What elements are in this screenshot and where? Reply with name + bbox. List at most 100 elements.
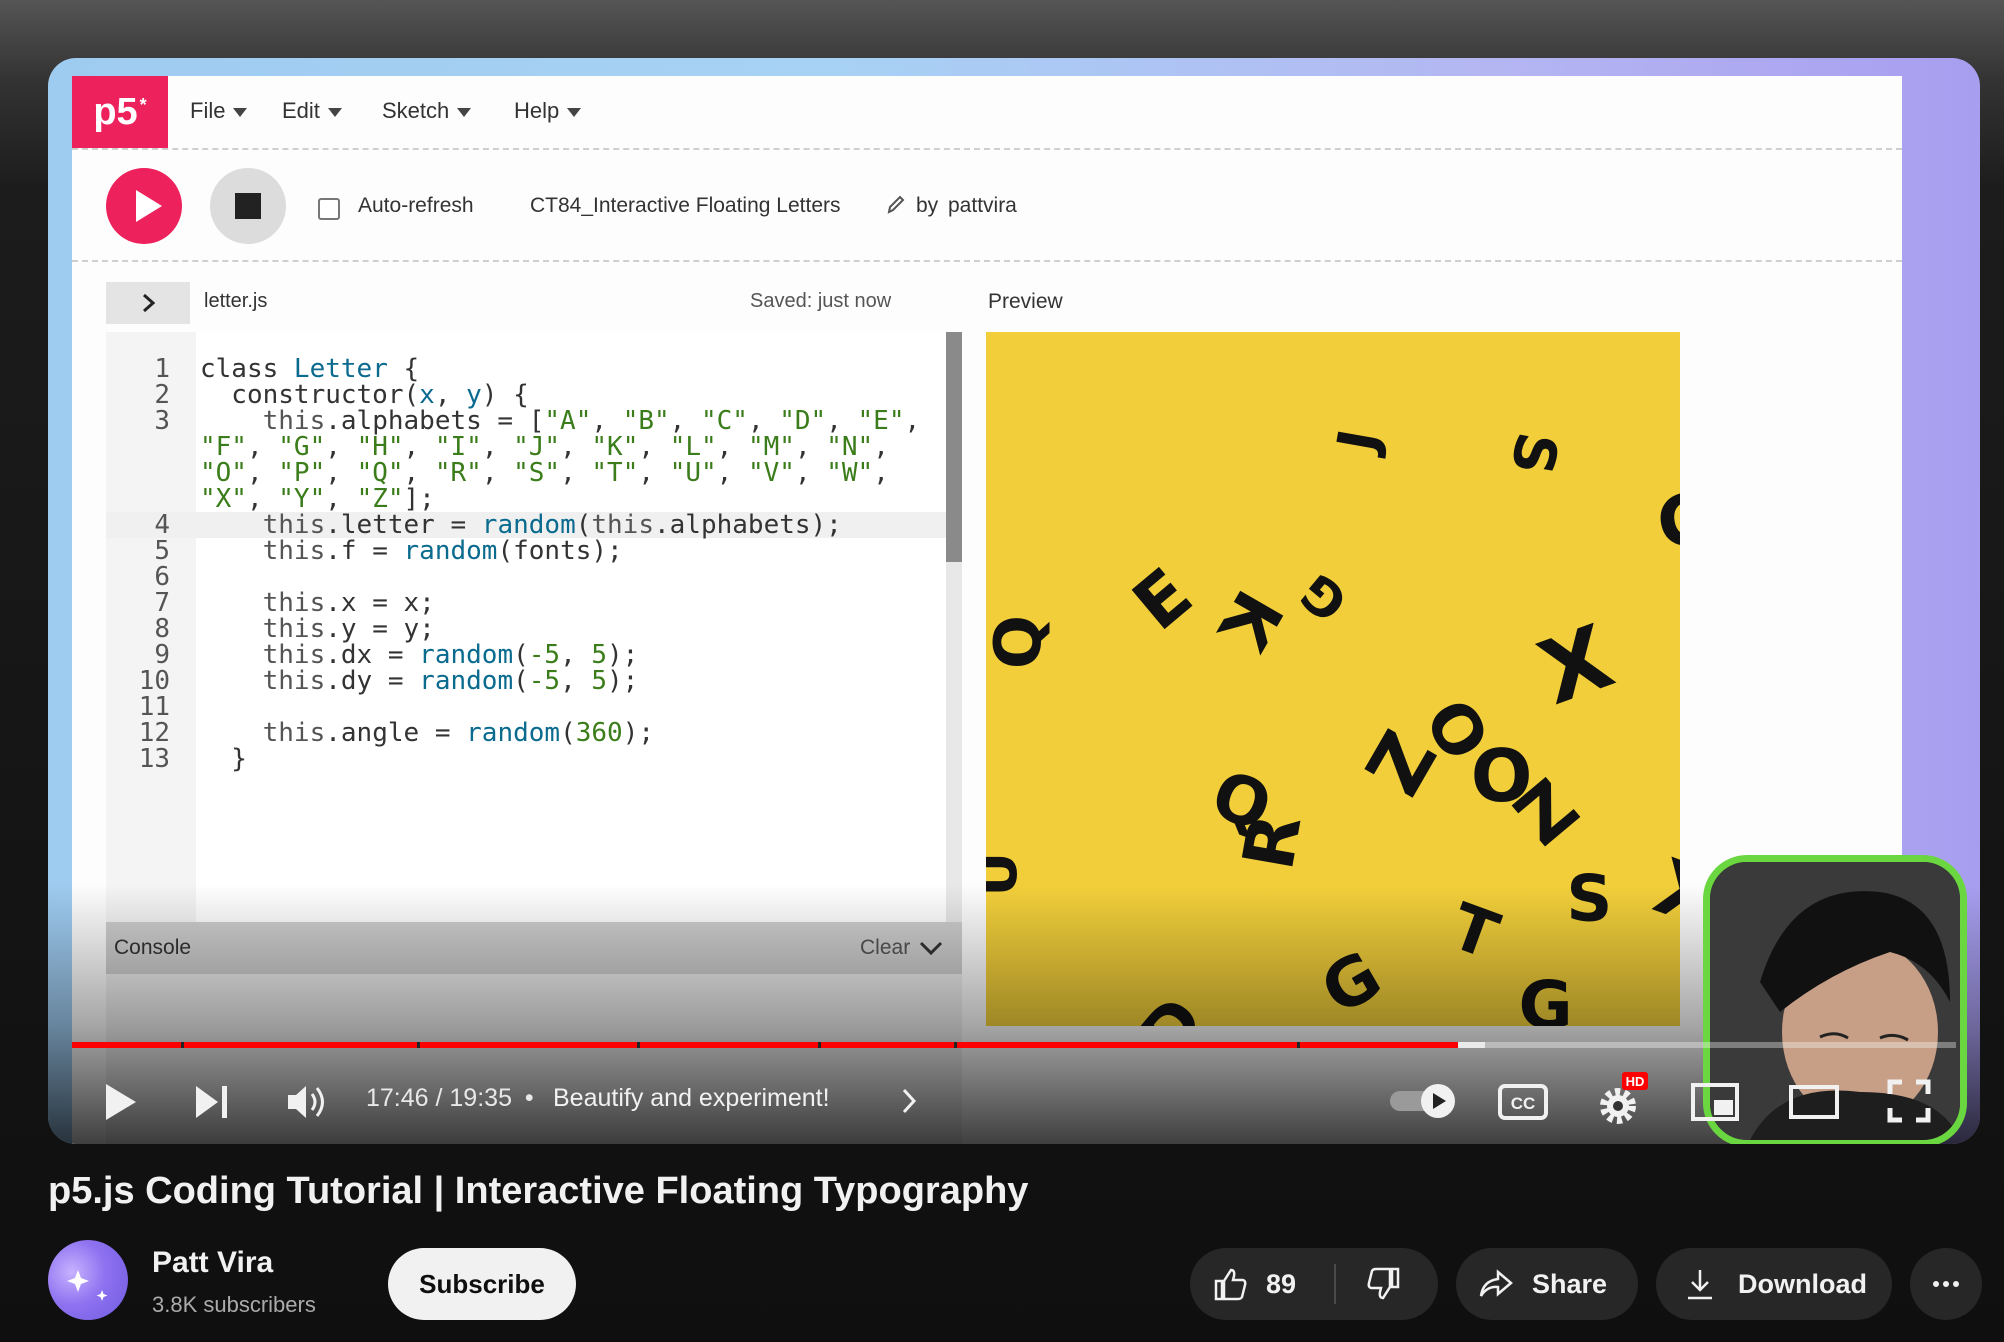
menu-edit[interactable]: Edit xyxy=(282,98,342,124)
chapter-marker xyxy=(181,1042,185,1048)
file-tab-name[interactable]: letter.js xyxy=(204,290,267,313)
code-line[interactable]: 4 this.letter = random(this.alphabets); xyxy=(106,512,946,538)
canvas-letter: X xyxy=(1644,843,1680,947)
console-header xyxy=(106,922,962,974)
chapter-marker xyxy=(637,1042,641,1048)
like-count: 89 xyxy=(1266,1268,1297,1299)
download-button[interactable]: Download xyxy=(1656,1248,1892,1320)
fullscreen-button[interactable] xyxy=(1886,1078,1932,1124)
channel-avatar[interactable] xyxy=(48,1240,128,1320)
sketch-stop-button[interactable] xyxy=(210,168,286,244)
code-line[interactable]: 10 this.dy = random(-5, 5); xyxy=(106,668,946,694)
code-text: class Letter { xyxy=(200,354,420,384)
sketch-canvas[interactable]: SJDCAKEGQSOXZOQRZSXTGGDUDU xyxy=(986,332,1680,1026)
player-controls: CC HD xyxy=(48,1058,1980,1144)
caret-down-icon xyxy=(327,108,342,117)
code-text: this.y = y; xyxy=(262,614,435,644)
code-line[interactable]: 3 this.alphabets = ["A", "B", "C", "D", … xyxy=(106,408,946,434)
code-editor[interactable]: 1 class Letter {2 constructor(x, y) {3 th… xyxy=(106,332,962,922)
code-line[interactable]: 11 xyxy=(106,694,946,720)
saved-status: Saved: just now xyxy=(750,290,892,312)
miniplayer-button[interactable] xyxy=(1690,1082,1740,1122)
chevron-down-icon[interactable] xyxy=(918,938,944,958)
menu-help[interactable]: Help xyxy=(514,98,582,124)
video-player[interactable]: p5 * File Edit Sketch Help Auto-refresh C… xyxy=(48,58,1980,1144)
download-icon xyxy=(1688,1270,1712,1300)
line-number: 4 xyxy=(154,510,170,540)
volume-icon xyxy=(288,1086,324,1118)
time-display: 17:46 / 19:35 • xyxy=(366,1084,534,1112)
code-line[interactable]: 1 class Letter { xyxy=(106,356,946,382)
code-text: this.alphabets = ["A", "B", "C", "D", "E… xyxy=(262,406,921,436)
code-line[interactable]: 9 this.dx = random(-5, 5); xyxy=(106,642,946,668)
sparkle-icon xyxy=(67,1270,108,1301)
code-line[interactable]: "X", "Y", "Z"]; xyxy=(106,486,946,512)
sketch-play-button[interactable] xyxy=(106,168,182,244)
code-text: this.angle = random(360); xyxy=(262,718,654,748)
line-number: 1 xyxy=(154,354,170,384)
video-title: p5.js Coding Tutorial | Interactive Floa… xyxy=(48,1170,1029,1212)
like-button[interactable]: 89 xyxy=(1212,1265,1312,1303)
skip-next-icon xyxy=(196,1086,227,1118)
chapter-marker xyxy=(1296,1042,1300,1048)
code-line[interactable]: 6 xyxy=(106,564,946,590)
more-horizontal-icon xyxy=(1933,1281,1959,1287)
code-text: "X", "Y", "Z"]; xyxy=(200,484,435,514)
sketch-name[interactable]: CT84_Interactive Floating Letters xyxy=(530,194,841,218)
caret-down-icon xyxy=(457,108,472,117)
subscribe-button[interactable]: Subscribe xyxy=(388,1248,576,1320)
next-button[interactable] xyxy=(192,1082,232,1122)
code-text: "O", "P", "Q", "R", "S", "T", "U", "V", … xyxy=(200,458,889,488)
auto-refresh-checkbox[interactable] xyxy=(318,198,340,220)
captions-button[interactable]: CC xyxy=(1498,1084,1548,1120)
canvas-letter: T xyxy=(1441,890,1508,975)
code-scrollbar[interactable] xyxy=(946,332,962,922)
code-line[interactable]: 5 this.f = random(fonts); xyxy=(106,538,946,564)
author-link[interactable]: pattvira xyxy=(948,194,1017,218)
cc-icon: CC xyxy=(1498,1084,1548,1120)
code-line[interactable]: "O", "P", "Q", "R", "S", "T", "U", "V", … xyxy=(106,460,946,486)
pencil-icon[interactable] xyxy=(886,194,906,216)
console-clear-button[interactable]: Clear xyxy=(860,936,910,960)
code-line[interactable]: 8 this.y = y; xyxy=(106,616,946,642)
sidebar-toggle-button[interactable] xyxy=(106,282,190,324)
code-line[interactable]: "F", "G", "H", "I", "J", "K", "L", "M", … xyxy=(106,434,946,460)
code-text: this.f = random(fonts); xyxy=(262,536,623,566)
line-number: 12 xyxy=(138,718,170,748)
progress-played xyxy=(72,1042,1458,1048)
menu-file[interactable]: File xyxy=(190,98,248,124)
volume-button[interactable] xyxy=(284,1080,330,1124)
chapter-marker xyxy=(818,1042,822,1048)
line-number: 6 xyxy=(154,562,170,592)
code-text: this.dy = random(-5, 5); xyxy=(262,666,639,696)
dislike-button[interactable] xyxy=(1366,1266,1406,1304)
like-dislike-group: 89 xyxy=(1190,1248,1438,1320)
share-button[interactable]: Share xyxy=(1456,1248,1638,1320)
line-number: 11 xyxy=(138,692,170,722)
preview-label: Preview xyxy=(988,290,1063,313)
play-button[interactable] xyxy=(98,1080,142,1124)
chapter-chevron-icon[interactable] xyxy=(899,1084,919,1118)
code-line[interactable]: 12 this.angle = random(360); xyxy=(106,720,946,746)
canvas-letter: R xyxy=(1227,808,1317,876)
autoplay-toggle-icon xyxy=(1390,1084,1455,1118)
chapter-marker xyxy=(416,1042,420,1048)
chapter-title[interactable]: Beautify and experiment! xyxy=(553,1084,830,1113)
line-number: 3 xyxy=(154,406,170,436)
theater-mode-button[interactable] xyxy=(1788,1084,1840,1120)
more-actions-button[interactable] xyxy=(1910,1248,1982,1320)
code-scrollbar-thumb[interactable] xyxy=(946,332,962,562)
canvas-letter: S xyxy=(1566,862,1612,936)
autoplay-toggle[interactable] xyxy=(1388,1082,1460,1120)
svg-text:CC: CC xyxy=(1511,1094,1536,1113)
editor-menubar: p5 * File Edit Sketch Help xyxy=(72,76,1902,150)
menu-sketch[interactable]: Sketch xyxy=(382,98,472,124)
line-number: 10 xyxy=(138,666,170,696)
code-line[interactable]: 7 this.x = x; xyxy=(106,590,946,616)
code-line[interactable]: 13 } xyxy=(106,746,946,772)
channel-name[interactable]: Patt Vira xyxy=(152,1246,273,1280)
line-number: 13 xyxy=(138,744,170,774)
share-label: Share xyxy=(1532,1268,1608,1299)
code-line[interactable]: 2 constructor(x, y) { xyxy=(106,382,946,408)
progress-bar[interactable] xyxy=(72,1042,1956,1048)
